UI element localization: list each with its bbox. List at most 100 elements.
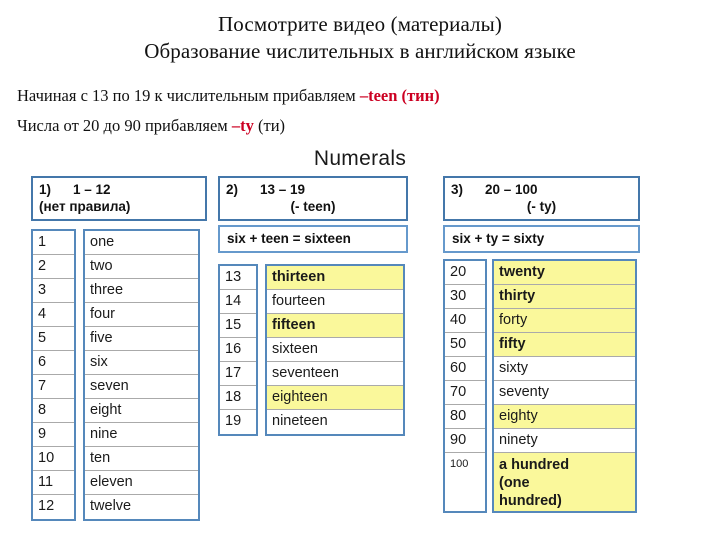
numeral-word-cell: seventeen [267, 362, 403, 386]
numeral-digit-cell: 16 [220, 338, 256, 362]
numeral-word-cell: four [85, 303, 198, 327]
numeral-digit-cell: 80 [445, 405, 485, 429]
rules-block: Начиная с 13 по 19 к числительным прибав… [0, 81, 720, 141]
rule-teen-text: Начиная с 13 по 19 к числительным прибав… [17, 86, 360, 105]
numeral-digit-cell: 15 [220, 314, 256, 338]
numeral-digit-cell: 6 [33, 351, 74, 375]
numeral-digit-cell: 10 [33, 447, 74, 471]
column-2-caption-top: 2) 13 – 19 [226, 181, 400, 198]
numeral-digit-cell: 40 [445, 309, 485, 333]
numeral-digit-cell: 90 [445, 429, 485, 453]
rule-ty-suffix: (ти) [253, 116, 286, 135]
column-3-word-stack: twenty thirty forty fifty sixty seventy eighty… [492, 259, 637, 513]
numeral-word-cell: eighty [494, 405, 635, 429]
numeral-word-cell: thirteen [267, 266, 403, 290]
numeral-word-cell: a hundred (one hundred) [494, 453, 635, 511]
numeral-word-cell: eighteen [267, 386, 403, 410]
numeral-word-cell: ninety [494, 429, 635, 453]
numeral-word-cell: one [85, 231, 198, 255]
column-1-subtitle: (нет правила) [39, 199, 131, 214]
column-2-index: 2) [226, 182, 239, 197]
column-2-caption: 2) 13 – 19 (- teen) [218, 176, 408, 221]
column-3-formula: six + ty = sixty [443, 225, 640, 253]
column-1-caption: 1) 1 – 12 (нет правила) [31, 176, 207, 221]
numeral-digit-cell: 30 [445, 285, 485, 309]
numeral-word-cell: fifty [494, 333, 635, 357]
numeral-word-cell: sixteen [267, 338, 403, 362]
numeral-digit-cell: 20 [445, 261, 485, 285]
column-1-word-stack: one two three four five six seven eight nine ten e… [83, 229, 200, 521]
numeral-digit-cell: 9 [33, 423, 74, 447]
numeral-digit-cell: 5 [33, 327, 74, 351]
numeral-digit-cell: 1 [33, 231, 74, 255]
numeral-digit-cell: 8 [33, 399, 74, 423]
page-title: Посмотрите видео (материалы) Образование… [0, 0, 720, 65]
numeral-word-cell: eleven [85, 471, 198, 495]
column-2-formula: six + teen = sixteen [218, 225, 408, 253]
numeral-word-cell: ten [85, 447, 198, 471]
rule-ty-accent: –ty [231, 116, 254, 135]
column-2-number-stack: 13 14 15 16 17 18 19 [218, 264, 258, 436]
numeral-digit-cell: 70 [445, 381, 485, 405]
page-title-line-2: Образование числительных в английском яз… [144, 39, 576, 63]
numeral-digit-cell: 11 [33, 471, 74, 495]
column-3-index: 3) [451, 182, 464, 197]
numerals-column-1: 1) 1 – 12 (нет правила) 1 2 3 4 5 6 7 8 9 10 11 12 o… [31, 176, 207, 521]
numeral-word-line: (one [499, 475, 530, 491]
numeral-digit-cell: 14 [220, 290, 256, 314]
column-3-range: 20 – 100 [485, 182, 538, 197]
numeral-word-cell: fourteen [267, 290, 403, 314]
column-2-subtitle: (- teen) [290, 199, 336, 214]
column-3-caption-top: 3) 20 – 100 [451, 181, 632, 198]
column-3-subtitle: (- ty) [526, 199, 557, 214]
numeral-digit-cell: 3 [33, 279, 74, 303]
column-2-word-stack: thirteen fourteen fifteen sixteen seventeen e… [265, 264, 405, 436]
numeral-word-cell: twelve [90, 498, 132, 514]
numeral-word-cell: seven [85, 375, 198, 399]
numerals-column-2: 2) 13 – 19 (- teen) six + teen = sixteen … [218, 176, 408, 436]
numeral-word-cell: thirty [494, 285, 635, 309]
column-1-index: 1) [39, 182, 52, 197]
numeral-digit-cell: 13 [220, 266, 256, 290]
numeral-digit-cell: 4 [33, 303, 74, 327]
numerals-column-3: 3) 20 – 100 (- ty) six + ty = sixty 20 30 4… [443, 176, 640, 513]
column-2-table: 13 14 15 16 17 18 19 thirteen fourteen fifteen si… [218, 264, 408, 436]
column-1-caption-top: 1) 1 – 12 [39, 181, 199, 198]
numeral-digit-cell: 12 [38, 498, 55, 514]
numeral-digit-cell: 19 [225, 413, 242, 429]
numeral-digit-cell: 100 [450, 458, 469, 470]
column-3-caption: 3) 20 – 100 (- ty) [443, 176, 640, 221]
numeral-word-cell: six [85, 351, 198, 375]
numeral-digit-cell: 60 [445, 357, 485, 381]
numeral-word-cell: fifteen [267, 314, 403, 338]
column-1-number-stack: 1 2 3 4 5 6 7 8 9 10 11 12 [31, 229, 76, 521]
rule-line-ty: Числа от 20 до 90 прибавляем –ty (ти) [17, 111, 720, 141]
numerals-figure: Numerals 1) 1 – 12 (нет правила) 12345678… [0, 147, 720, 527]
column-3-number-stack: 20 30 40 50 60 70 80 90 100 [443, 259, 487, 513]
numeral-word-cell: eight [85, 399, 198, 423]
numeral-word-cell: nine [85, 423, 198, 447]
numeral-digit-cell: 17 [220, 362, 256, 386]
column-2-range: 13 – 19 [260, 182, 306, 197]
numeral-word-cell: three [85, 279, 198, 303]
rule-ty-text: Числа от 20 до 90 прибавляем [17, 116, 232, 135]
numeral-digit-cell: 18 [220, 386, 256, 410]
column-1-table: 1 2 3 4 5 6 7 8 9 10 11 12 one two three four five six se… [31, 229, 207, 521]
numeral-digit-cell: 50 [445, 333, 485, 357]
column-1-range: 1 – 12 [73, 182, 111, 197]
numeral-word-cell: five [85, 327, 198, 351]
numeral-word-cell: sixty [494, 357, 635, 381]
rule-teen-accent: –teen (тин) [359, 86, 440, 105]
numeral-word-cell: seventy [494, 381, 635, 405]
page-title-line-1: Посмотрите видео (материалы) [218, 12, 502, 36]
column-3-table: 20 30 40 50 60 70 80 90 100 twenty thirty forty fif… [443, 259, 640, 513]
figure-title: Numerals [313, 147, 407, 170]
numeral-digit-cell: 7 [33, 375, 74, 399]
numeral-word-line: a hundred [499, 457, 570, 473]
rule-line-teen: Начиная с 13 по 19 к числительным прибав… [17, 81, 720, 111]
numeral-word-line: hundred) [499, 493, 562, 509]
numeral-word-cell: twenty [494, 261, 635, 285]
numeral-word-cell: two [85, 255, 198, 279]
numeral-digit-cell: 2 [33, 255, 74, 279]
numeral-word-cell: forty [494, 309, 635, 333]
